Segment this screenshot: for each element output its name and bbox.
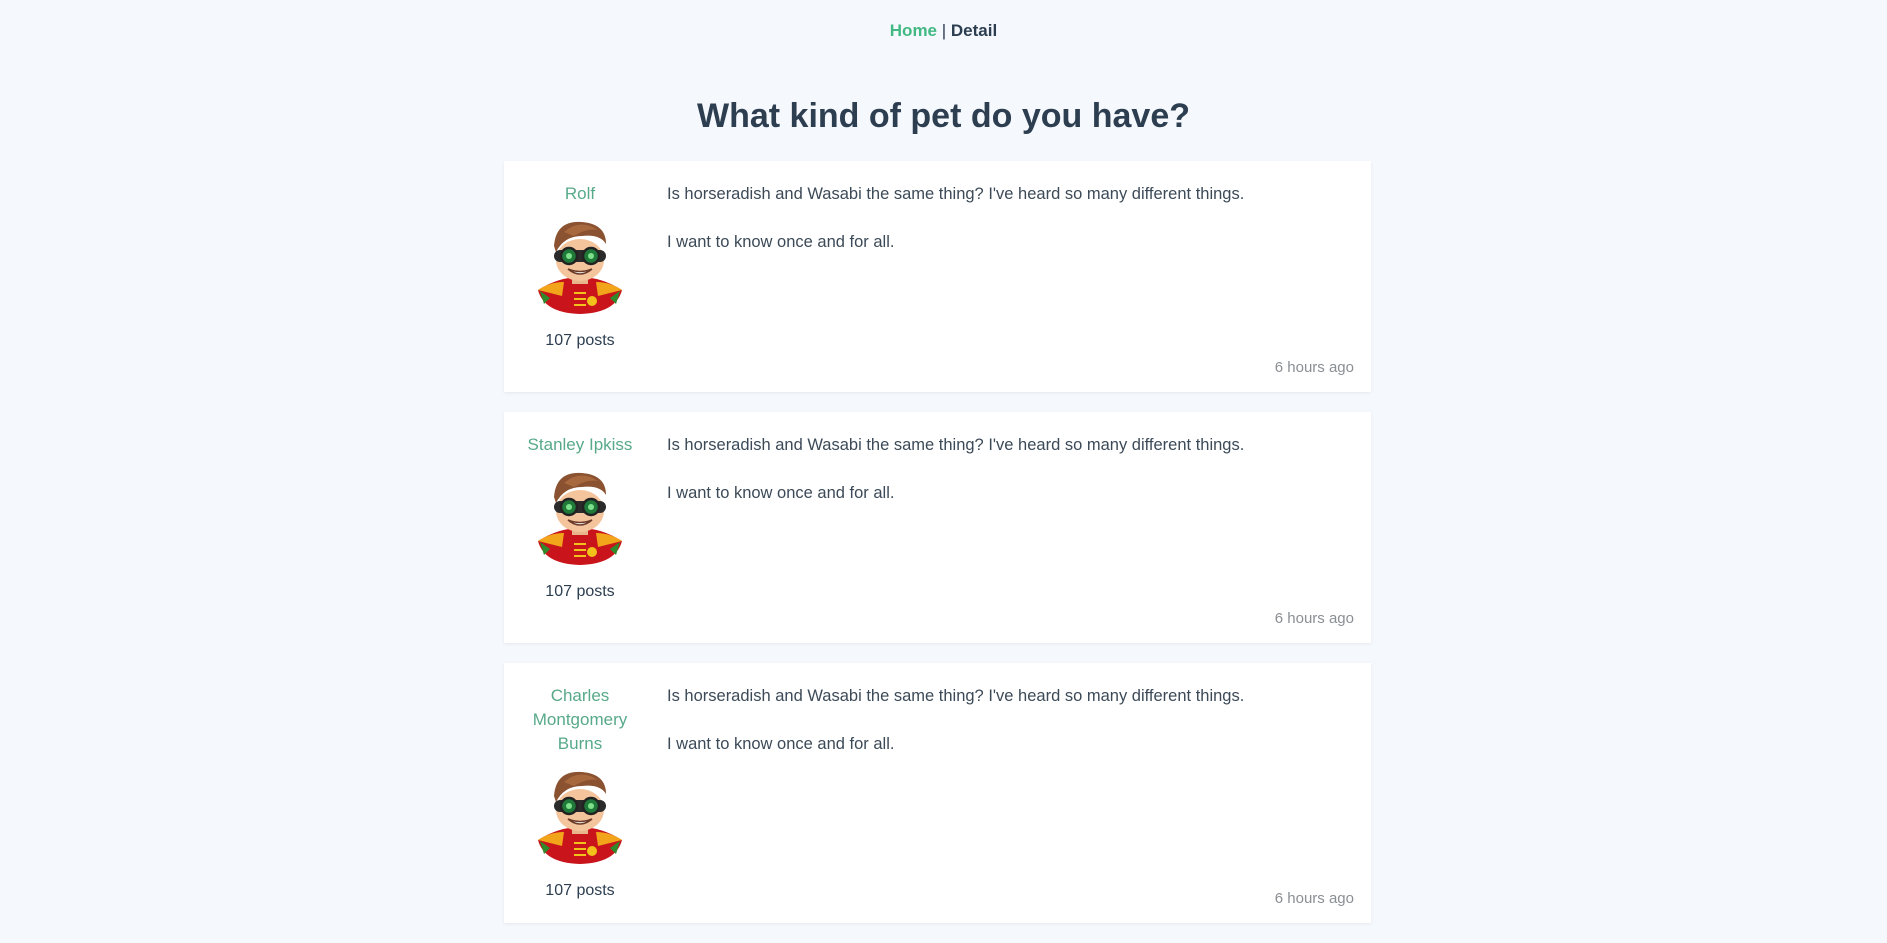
post-list: Rolf 107 posts Is horseradish and Wasabi…: [504, 161, 1371, 943]
post-count: 107 posts: [545, 583, 615, 600]
post-author: Stanley Ipkiss 107 posts: [504, 433, 656, 602]
breadcrumb: Home | Detail: [0, 20, 1887, 42]
post-content: Is horseradish and Wasabi the same thing…: [667, 684, 1327, 780]
post-content: Is horseradish and Wasabi the same thing…: [667, 182, 1327, 278]
post-date: 6 hours ago: [1274, 890, 1354, 907]
breadcrumb-separator: |: [941, 21, 947, 40]
post-item: Charles Montgomery Burns 107 posts Is ho…: [504, 663, 1371, 923]
post-text: Is horseradish and Wasabi the same thing…: [667, 436, 1245, 454]
post-item: Stanley Ipkiss 107 posts Is horseradish …: [504, 412, 1371, 643]
post-text: Is horseradish and Wasabi the same thing…: [667, 185, 1245, 203]
post-item: Rolf 107 posts Is horseradish and Wasabi…: [504, 161, 1371, 392]
avatar-icon: [538, 472, 622, 565]
post-count: 107 posts: [545, 332, 615, 349]
post-count: 107 posts: [545, 882, 615, 899]
user-name-link[interactable]: Rolf: [504, 182, 656, 206]
avatar-icon: [538, 771, 622, 864]
post-date: 6 hours ago: [1274, 359, 1354, 376]
post-content: Is horseradish and Wasabi the same thing…: [667, 433, 1327, 529]
post-text: I want to know once and for all.: [667, 484, 895, 502]
post-text: Is horseradish and Wasabi the same thing…: [667, 687, 1245, 705]
avatar-icon: [538, 221, 622, 314]
post-text: I want to know once and for all.: [667, 233, 895, 251]
post-date: 6 hours ago: [1274, 610, 1354, 627]
page-title: What kind of pet do you have?: [697, 97, 1190, 135]
user-name-link[interactable]: Charles Montgomery Burns: [504, 684, 656, 756]
post-author: Charles Montgomery Burns 107 posts: [504, 684, 656, 901]
post-text: I want to know once and for all.: [667, 735, 895, 753]
user-name-link[interactable]: Stanley Ipkiss: [504, 433, 656, 457]
post-author: Rolf 107 posts: [504, 182, 656, 351]
breadcrumb-current: Detail: [950, 21, 998, 40]
breadcrumb-home-link[interactable]: Home: [890, 21, 937, 40]
